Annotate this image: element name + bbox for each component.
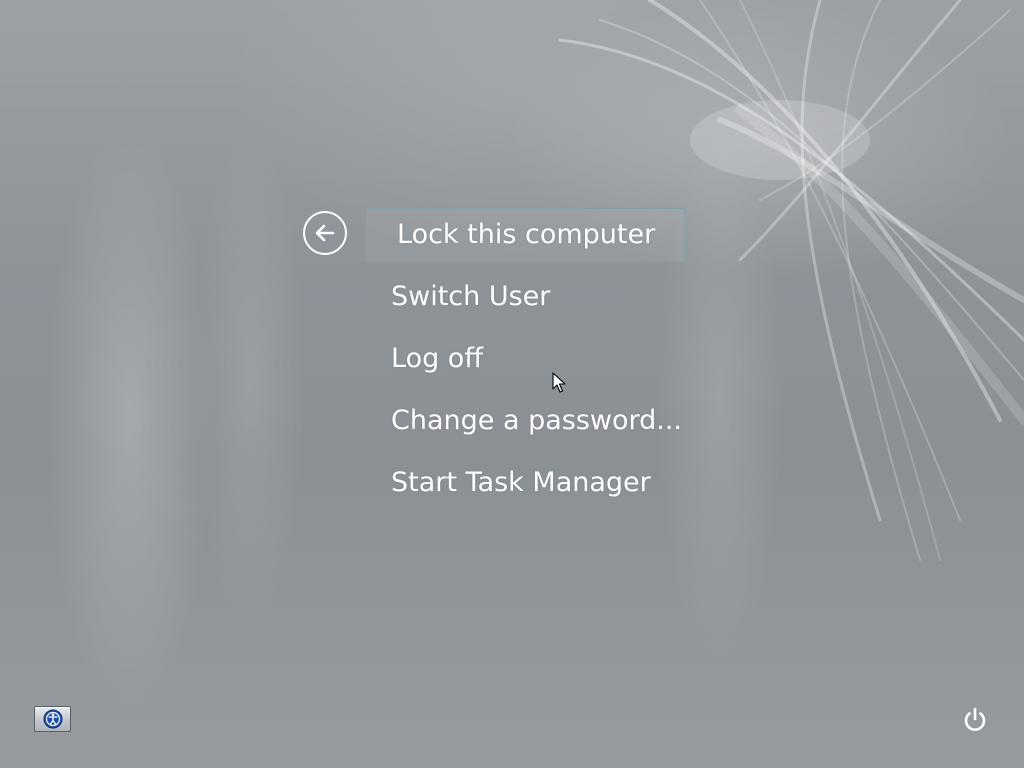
- back-button[interactable]: [303, 211, 347, 255]
- power-icon[interactable]: [960, 705, 990, 735]
- switch-user-option[interactable]: Switch User: [391, 280, 550, 314]
- start-task-manager-option[interactable]: Start Task Manager: [391, 466, 651, 500]
- lock-computer-option[interactable]: Lock this computer: [365, 208, 685, 262]
- lock-computer-label: Lock this computer: [397, 219, 656, 250]
- log-off-option[interactable]: Log off: [391, 342, 483, 376]
- start-task-manager-label: Start Task Manager: [391, 467, 651, 498]
- back-arrow-icon: [315, 224, 335, 242]
- change-password-label: Change a password...: [391, 405, 683, 436]
- ctrl-alt-del-options-menu: Lock this computer Switch User Log off C…: [0, 0, 1024, 768]
- change-password-option[interactable]: Change a password...: [391, 404, 682, 438]
- log-off-label: Log off: [391, 343, 483, 374]
- ease-of-access-button[interactable]: [34, 706, 71, 732]
- ease-of-access-icon: [43, 709, 63, 729]
- switch-user-label: Switch User: [391, 281, 551, 312]
